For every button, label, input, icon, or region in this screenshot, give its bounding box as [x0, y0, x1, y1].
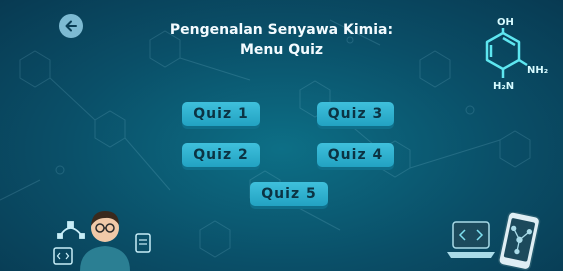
laptop-code-icon: [447, 221, 495, 258]
bezier-tool-icon: [57, 221, 85, 239]
oh-label: OH: [497, 17, 514, 28]
quiz-3-button[interactable]: Quiz 3: [317, 102, 394, 126]
smartphone-network-icon: [498, 212, 541, 271]
h2n-label: H₂N: [493, 81, 514, 92]
document-icon: [135, 233, 151, 253]
person-avatar-icon: [80, 211, 130, 271]
developer-illustration-icon: [53, 211, 151, 271]
code-window-icon: [53, 247, 73, 265]
quiz-1-button[interactable]: Quiz 1: [182, 102, 260, 126]
quiz-menu-screen: Pengenalan Senyawa Kimia: Menu Quiz OH N…: [0, 0, 563, 271]
aminophenol-molecule-icon: OH NH₂ H₂N: [485, 17, 548, 92]
quiz-2-button[interactable]: Quiz 2: [182, 143, 260, 167]
devices-illustration-icon: [447, 212, 541, 271]
quiz-5-button[interactable]: Quiz 5: [250, 182, 328, 206]
nh2-label: NH₂: [527, 65, 548, 76]
quiz-4-button[interactable]: Quiz 4: [317, 143, 394, 167]
